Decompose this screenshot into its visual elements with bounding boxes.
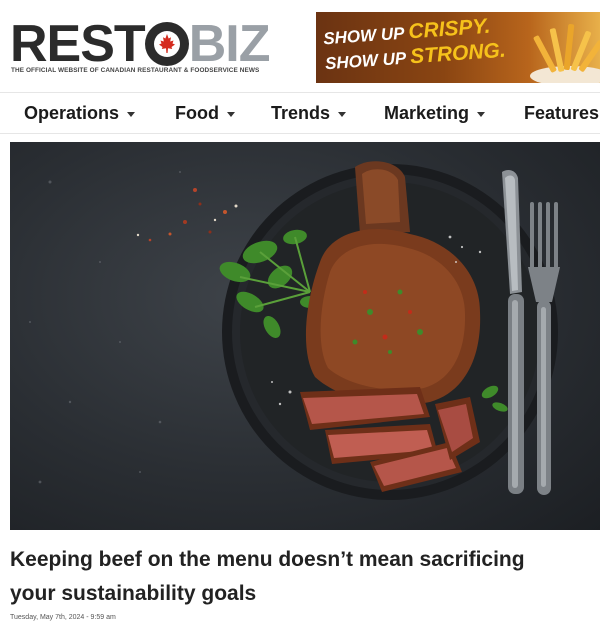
logo-text-biz: BIZ xyxy=(188,15,271,73)
ad-line2-prefix: SHOW UP xyxy=(324,48,407,74)
nav-item-label: Operations xyxy=(24,103,120,123)
caret-down-icon xyxy=(338,112,347,117)
caret-down-icon xyxy=(226,112,235,117)
main-nav: Operations Food Trends Marketing Feature… xyxy=(0,92,600,134)
caret-down-icon xyxy=(477,112,486,117)
ad-banner[interactable]: SHOW UP CRISPY. SHOW UP STRONG. xyxy=(316,12,600,83)
nav-item-label: Marketing xyxy=(384,103,470,123)
ad-line1-prefix: SHOW UP xyxy=(322,23,405,49)
ad-line1-highlight: CRISPY. xyxy=(407,14,492,44)
nav-item-features[interactable]: Features xyxy=(524,103,599,124)
article-title-line1: Keeping beef on the menu doesn’t mean sa… xyxy=(10,548,525,571)
article-title-line2: your sustainability goals xyxy=(10,582,257,605)
fries-image xyxy=(530,24,600,83)
site-header: REST BIZ THE OFFICIAL WEBSITE OF CANADIAN… xyxy=(0,0,600,88)
nav-item-label: Food xyxy=(175,103,219,123)
article-date: Tuesday, May 7th, 2024 - 9:59 am xyxy=(10,614,116,621)
article-title[interactable]: Keeping beef on the menu doesn’t mean sa… xyxy=(10,543,600,611)
ad-slogan: SHOW UP CRISPY. SHOW UP STRONG. xyxy=(322,14,507,77)
article-hero-image[interactable] xyxy=(10,142,600,530)
logo-text-rest: REST xyxy=(10,15,146,73)
nav-item-operations[interactable]: Operations xyxy=(24,103,136,124)
restobiz-logo[interactable]: REST BIZ THE OFFICIAL WEBSITE OF CANADIAN… xyxy=(10,14,300,76)
steak-plate-illustration xyxy=(29,161,560,500)
logo-wordmark: REST BIZ xyxy=(10,15,271,73)
nav-item-marketing[interactable]: Marketing xyxy=(384,103,486,124)
nav-item-label: Trends xyxy=(271,103,331,123)
nav-item-food[interactable]: Food xyxy=(175,103,235,124)
nav-item-trends[interactable]: Trends xyxy=(271,103,347,124)
site-tagline: THE OFFICIAL WEBSITE OF CANADIAN RESTAUR… xyxy=(11,67,260,74)
caret-down-icon xyxy=(127,112,136,117)
nav-item-label: Features xyxy=(524,103,600,123)
maple-leaf-icon xyxy=(144,22,189,66)
